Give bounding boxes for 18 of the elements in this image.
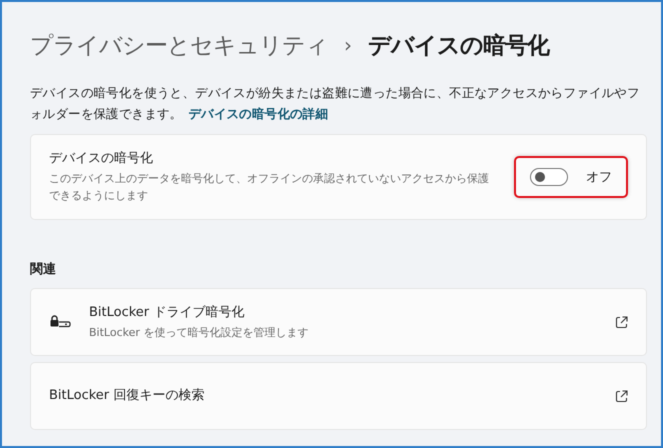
section-heading: 関連 <box>30 261 57 278</box>
description-text: デバイスの暗号化を使うと、デバイスが紛失または盗難に遭った場合に、不正なアクセスからファイルやフォルダーを保護できます。 デバイスの暗号化の詳細 <box>30 84 641 123</box>
details-link[interactable]: デバイスの暗号化の詳細 <box>188 106 328 121</box>
page-title: デバイスの暗号化 <box>368 32 549 60</box>
setting-title: デバイスの暗号化 <box>49 150 154 168</box>
breadcrumb-parent[interactable]: プライバシーとセキュリティ <box>30 30 328 60</box>
related-link-card[interactable]: BitLocker ドライブ暗号化 BitLocker を使って暗号化設定を管理します <box>30 288 647 356</box>
toggle-switch[interactable] <box>530 168 568 186</box>
external-link-icon <box>615 316 628 328</box>
related-link-description: BitLocker を使って暗号化設定を管理します <box>89 324 310 340</box>
external-link-icon <box>615 390 628 402</box>
related-link-title: BitLocker ドライブ暗号化 <box>89 304 246 322</box>
lock-drive-icon <box>49 315 71 329</box>
toggle-state-label: オフ <box>586 169 612 186</box>
related-link-title: BitLocker 回復キーの検索 <box>49 387 206 405</box>
related-link-card[interactable]: BitLocker 回復キーの検索 <box>30 362 647 430</box>
breadcrumb-separator: › <box>343 33 353 57</box>
setting-description: このデバイス上のデータを暗号化して、オフラインの承認されていないアクセスから保護できるようにします <box>49 171 490 204</box>
